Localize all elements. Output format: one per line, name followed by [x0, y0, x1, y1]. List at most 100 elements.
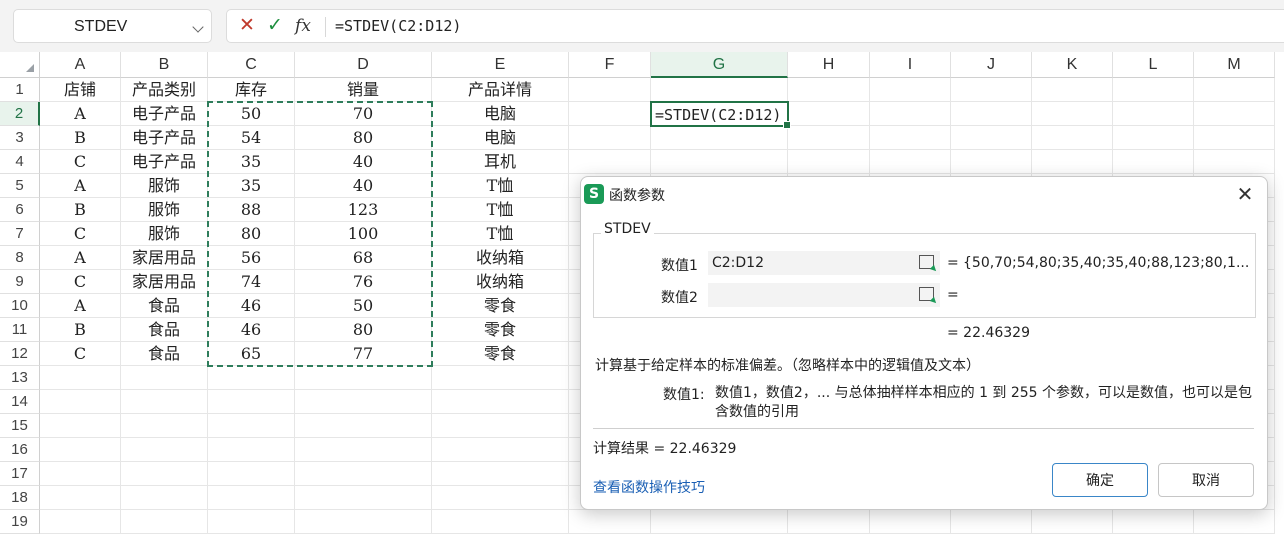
cell-a12[interactable]: C — [40, 342, 121, 366]
cell-e4[interactable]: 耳机 — [432, 150, 569, 174]
cell-h4[interactable] — [788, 150, 870, 174]
cell-i2[interactable] — [870, 102, 951, 126]
column-header-f[interactable]: F — [569, 52, 651, 78]
cell-k4[interactable] — [1032, 150, 1113, 174]
cell-f3[interactable] — [569, 126, 651, 150]
cell-j2[interactable] — [951, 102, 1032, 126]
cell-d19[interactable] — [295, 510, 432, 534]
cell-b16[interactable] — [121, 438, 208, 462]
row-header-7[interactable]: 7 — [0, 222, 40, 246]
row-header-17[interactable]: 17 — [0, 462, 40, 486]
cell-d8[interactable]: 68 — [295, 246, 432, 270]
cell-k2[interactable] — [1032, 102, 1113, 126]
cell-j1[interactable] — [951, 78, 1032, 102]
cell-i19[interactable] — [870, 510, 951, 534]
cell-b15[interactable] — [121, 414, 208, 438]
cell-a1[interactable]: 店铺 — [40, 78, 121, 102]
cell-e9[interactable]: 收纳箱 — [432, 270, 569, 294]
row-header-5[interactable]: 5 — [0, 174, 40, 198]
cell-l4[interactable] — [1113, 150, 1194, 174]
cell-a9[interactable]: C — [40, 270, 121, 294]
cell-e8[interactable]: 收纳箱 — [432, 246, 569, 270]
cell-e18[interactable] — [432, 486, 569, 510]
cell-c13[interactable] — [208, 366, 295, 390]
cell-b1[interactable]: 产品类别 — [121, 78, 208, 102]
cell-g1[interactable] — [651, 78, 788, 102]
column-header-c[interactable]: C — [208, 52, 295, 78]
cell-e1[interactable]: 产品详情 — [432, 78, 569, 102]
cell-c9[interactable]: 74 — [208, 270, 295, 294]
cell-f4[interactable] — [569, 150, 651, 174]
cell-a16[interactable] — [40, 438, 121, 462]
cell-b18[interactable] — [121, 486, 208, 510]
cancel-edit-icon[interactable]: ✕ — [237, 15, 257, 37]
column-header-e[interactable]: E — [432, 52, 569, 78]
cell-e16[interactable] — [432, 438, 569, 462]
arg1-input[interactable]: C2:D12 — [708, 251, 940, 275]
cell-m4[interactable] — [1194, 150, 1275, 174]
cell-f2[interactable] — [569, 102, 651, 126]
select-all-triangle-icon[interactable] — [26, 64, 34, 72]
cell-e13[interactable] — [432, 366, 569, 390]
cell-b13[interactable] — [121, 366, 208, 390]
row-header-4[interactable]: 4 — [0, 150, 40, 174]
cell-c8[interactable]: 56 — [208, 246, 295, 270]
cell-c7[interactable]: 80 — [208, 222, 295, 246]
insert-function-icon[interactable]: fx — [291, 15, 315, 37]
cell-e17[interactable] — [432, 462, 569, 486]
cell-c5[interactable]: 35 — [208, 174, 295, 198]
row-header-15[interactable]: 15 — [0, 414, 40, 438]
cell-g19[interactable] — [651, 510, 788, 534]
cell-e14[interactable] — [432, 390, 569, 414]
cell-b19[interactable] — [121, 510, 208, 534]
cell-b5[interactable]: 服饰 — [121, 174, 208, 198]
cell-h19[interactable] — [788, 510, 870, 534]
cell-c11[interactable]: 46 — [208, 318, 295, 342]
cell-a18[interactable] — [40, 486, 121, 510]
row-header-13[interactable]: 13 — [0, 366, 40, 390]
select-all-corner[interactable] — [0, 52, 40, 78]
cell-e2[interactable]: 电脑 — [432, 102, 569, 126]
cell-g4[interactable] — [651, 150, 788, 174]
cell-i1[interactable] — [870, 78, 951, 102]
close-icon[interactable]: ✕ — [1233, 182, 1257, 206]
confirm-edit-icon[interactable]: ✓ — [265, 15, 285, 37]
cell-d14[interactable] — [295, 390, 432, 414]
cell-l2[interactable] — [1113, 102, 1194, 126]
cell-h1[interactable] — [788, 78, 870, 102]
row-header-12[interactable]: 12 — [0, 342, 40, 366]
cell-e11[interactable]: 零食 — [432, 318, 569, 342]
cell-c17[interactable] — [208, 462, 295, 486]
cell-e6[interactable]: T恤 — [432, 198, 569, 222]
cell-b12[interactable]: 食品 — [121, 342, 208, 366]
column-header-k[interactable]: K — [1032, 52, 1113, 78]
formula-text[interactable]: =STDEV(C2:D12) — [335, 17, 461, 35]
cell-g3[interactable] — [651, 126, 788, 150]
cell-l1[interactable] — [1113, 78, 1194, 102]
cell-b14[interactable] — [121, 390, 208, 414]
row-header-8[interactable]: 8 — [0, 246, 40, 270]
cell-d15[interactable] — [295, 414, 432, 438]
cell-c10[interactable]: 46 — [208, 294, 295, 318]
row-header-10[interactable]: 10 — [0, 294, 40, 318]
cell-d5[interactable]: 40 — [295, 174, 432, 198]
cell-i3[interactable] — [870, 126, 951, 150]
cell-a13[interactable] — [40, 366, 121, 390]
cell-b17[interactable] — [121, 462, 208, 486]
cell-b10[interactable]: 食品 — [121, 294, 208, 318]
name-box[interactable]: STDEV — [13, 9, 212, 43]
cell-c6[interactable]: 88 — [208, 198, 295, 222]
cell-a6[interactable]: B — [40, 198, 121, 222]
row-header-18[interactable]: 18 — [0, 486, 40, 510]
cell-b3[interactable]: 电子产品 — [121, 126, 208, 150]
cell-j4[interactable] — [951, 150, 1032, 174]
cell-j3[interactable] — [951, 126, 1032, 150]
cell-d13[interactable] — [295, 366, 432, 390]
cell-f19[interactable] — [569, 510, 651, 534]
column-header-i[interactable]: I — [870, 52, 951, 78]
chevron-down-icon[interactable] — [192, 21, 204, 33]
cell-e5[interactable]: T恤 — [432, 174, 569, 198]
row-header-3[interactable]: 3 — [0, 126, 40, 150]
cell-e19[interactable] — [432, 510, 569, 534]
cell-c3[interactable]: 54 — [208, 126, 295, 150]
